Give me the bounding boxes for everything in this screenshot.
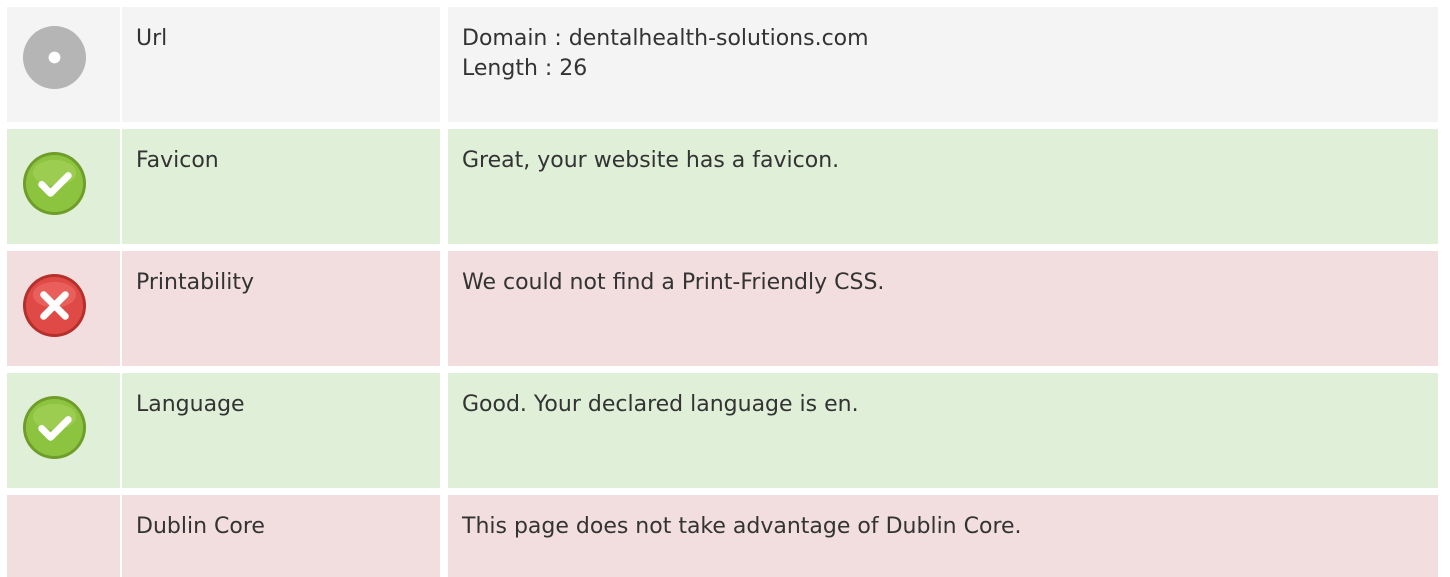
- value-cell: Great, your website has a favicon.: [448, 129, 1438, 244]
- label-cell: Dublin Core: [122, 495, 440, 577]
- label-cell: Favicon: [122, 129, 440, 244]
- domain-text: Domain : dentalhealth-solutions.com: [462, 26, 869, 51]
- length-text: Length : 26: [462, 56, 588, 81]
- gray-dot-icon: [22, 25, 87, 90]
- row-label: Language: [136, 392, 245, 417]
- label-cell: Url: [122, 7, 440, 122]
- row-value: Domain : dentalhealth-solutions.com Leng…: [462, 24, 869, 84]
- row-value: We could not find a Print-Friendly CSS.: [462, 270, 885, 295]
- row-url: Url Domain : dentalhealth-solutions.com …: [0, 7, 1450, 122]
- seo-report-table: Url Domain : dentalhealth-solutions.com …: [0, 0, 1450, 577]
- value-cell: Domain : dentalhealth-solutions.com Leng…: [448, 7, 1438, 122]
- check-icon: [22, 151, 87, 216]
- row-printability: Printability We could not find a Print-F…: [0, 251, 1450, 366]
- status-cell: [7, 129, 120, 244]
- row-label: Favicon: [136, 148, 219, 173]
- value-cell: Good. Your declared language is en.: [448, 373, 1438, 488]
- label-cell: Language: [122, 373, 440, 488]
- status-cell: [7, 495, 120, 577]
- label-cell: Printability: [122, 251, 440, 366]
- value-cell: This page does not take advantage of Dub…: [448, 495, 1438, 577]
- row-value: Great, your website has a favicon.: [462, 148, 840, 173]
- check-icon: [22, 395, 87, 460]
- row-language: Language Good. Your declared language is…: [0, 373, 1450, 488]
- status-cell: [7, 373, 120, 488]
- row-dublin-core: Dublin Core This page does not take adva…: [0, 495, 1450, 577]
- value-cell: We could not find a Print-Friendly CSS.: [448, 251, 1438, 366]
- row-value: Good. Your declared language is en.: [462, 392, 859, 417]
- error-x-icon: [22, 273, 87, 338]
- row-label: Url: [136, 26, 168, 51]
- status-cell: [7, 7, 120, 122]
- row-label: Printability: [136, 270, 255, 295]
- row-label: Dublin Core: [136, 514, 265, 539]
- row-value: This page does not take advantage of Dub…: [462, 514, 1022, 539]
- status-cell: [7, 251, 120, 366]
- row-favicon: Favicon Great, your website has a favico…: [0, 129, 1450, 244]
